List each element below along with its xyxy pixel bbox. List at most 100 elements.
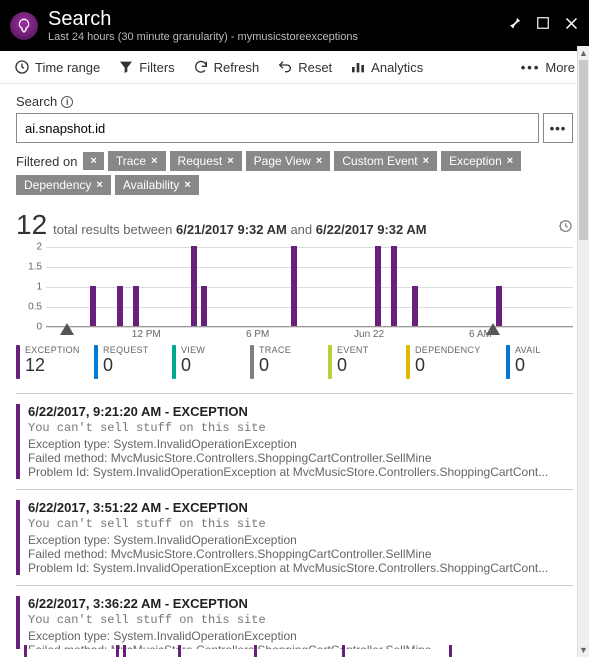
filter-chip[interactable]: Page View× [246,151,331,171]
filter-chip[interactable]: Availability× [115,175,199,195]
chip-remove-icon[interactable]: × [184,179,190,191]
scroll-thumb[interactable] [579,60,588,240]
result-heading: 6/22/2017, 3:51:22 AM - EXCEPTION [28,500,573,515]
legend-color [328,345,332,379]
search-input[interactable] [16,113,539,143]
search-blade-icon [10,12,38,40]
pin-icon[interactable] [507,16,522,36]
maximize-icon[interactable] [536,16,550,35]
legend-color [506,345,510,379]
legend-color [250,345,254,379]
chart-bar[interactable] [375,246,381,326]
search-options-button[interactable]: ••• [543,113,573,143]
close-icon[interactable] [564,16,579,36]
toolbar: Time range Filters Refresh Reset Analyti… [0,51,589,84]
legend-item[interactable]: TRACE0 [250,345,324,379]
result-heading: 6/22/2017, 3:36:22 AM - EXCEPTION [28,596,573,611]
legend-color [406,345,410,379]
y-tick: 1.5 [16,262,42,273]
history-icon[interactable] [557,218,573,237]
y-tick: 0.5 [16,302,42,313]
result-item[interactable]: 6/22/2017, 3:51:22 AM - EXCEPTION You can… [16,490,573,586]
result-message: You can't sell stuff on this site [28,613,573,627]
legend-item[interactable]: VIEW0 [172,345,246,379]
summary-row: 12 total results between 6/21/2017 9:32 … [16,209,573,241]
result-count: 12 [16,209,47,241]
reset-button[interactable]: Reset [277,59,332,75]
info-icon[interactable]: i [61,96,73,108]
refresh-label: Refresh [214,60,260,75]
more-button[interactable]: ••• More [521,60,575,75]
filter-chip[interactable]: Exception× [441,151,521,171]
chart-bar[interactable] [391,246,397,326]
result-accent [16,404,20,479]
x-tick: Jun 22 [354,329,384,340]
time-range-label: Time range [35,60,100,75]
blade-header: Search Last 24 hours (30 minute granular… [0,0,589,51]
analytics-button[interactable]: Analytics [350,59,423,75]
result-accent [16,500,20,575]
filters-button[interactable]: Filters [118,59,174,75]
chart-legend: EXCEPTION12REQUEST0VIEW0TRACE0EVENT0DEPE… [16,345,573,379]
legend-item[interactable]: DEPENDENCY0 [406,345,502,379]
x-tick: 6 AM [469,329,492,340]
ellipsis-icon: ••• [521,60,541,75]
chip-remove-icon[interactable]: × [316,155,322,167]
more-label: More [545,60,575,75]
legend-item[interactable]: REQUEST0 [94,345,168,379]
chart-bar[interactable] [201,286,207,326]
scrollbar[interactable]: ▲ ▼ [577,46,589,657]
y-tick: 2 [16,242,42,253]
result-item[interactable]: 6/22/2017, 9:21:20 AM - EXCEPTION You can… [16,394,573,490]
result-accent [16,596,20,649]
chip-remove-icon[interactable]: × [423,155,429,167]
chart-bar[interactable] [412,286,418,326]
range-from: 6/21/2017 9:32 AM [176,222,287,237]
filter-chips: Filtered on ×Trace×Request×Page View×Cus… [16,151,573,195]
header-titles: Search Last 24 hours (30 minute granular… [48,8,507,43]
filter-chip[interactable]: Request× [170,151,242,171]
refresh-button[interactable]: Refresh [193,59,260,75]
range-start-handle[interactable] [60,323,74,335]
search-label: Search i [16,94,573,109]
chart-bar[interactable] [496,286,502,326]
reset-label: Reset [298,60,332,75]
range-to: 6/22/2017 9:32 AM [316,222,427,237]
legend-item[interactable]: EXCEPTION12 [16,345,90,379]
filtered-on-label: Filtered on [16,154,77,169]
chip-remove-icon[interactable]: × [151,155,157,167]
x-tick: 6 PM [246,329,269,340]
legend-item[interactable]: AVAIL0 [506,345,560,379]
results-list: 6/22/2017, 9:21:20 AM - EXCEPTION You can… [16,393,573,649]
result-item[interactable]: 6/22/2017, 3:36:22 AM - EXCEPTION You can… [16,586,573,649]
chart-bar[interactable] [191,246,197,326]
chart-bar[interactable] [117,286,123,326]
time-range-button[interactable]: Time range [14,59,100,75]
analytics-label: Analytics [371,60,423,75]
filter-chip[interactable]: Custom Event× [334,151,437,171]
result-heading: 6/22/2017, 9:21:20 AM - EXCEPTION [28,404,573,419]
chip-remove-icon[interactable]: × [96,179,102,191]
clear-filters-chip[interactable]: × [83,152,103,170]
scroll-up-icon[interactable]: ▲ [578,46,589,60]
chart-bar[interactable] [90,286,96,326]
scroll-down-icon[interactable]: ▼ [578,643,589,657]
filters-label: Filters [139,60,174,75]
chart-bar[interactable] [291,246,297,326]
chip-remove-icon[interactable]: × [227,155,233,167]
x-tick: 12 PM [132,329,161,340]
legend-item[interactable]: EVENT0 [328,345,402,379]
chip-remove-icon[interactable]: × [507,155,513,167]
legend-color [94,345,98,379]
result-message: You can't sell stuff on this site [28,517,573,531]
chart-bar[interactable] [133,286,139,326]
blade-subtitle: Last 24 hours (30 minute granularity) - … [48,31,507,43]
legend-color [16,345,20,379]
filter-chip[interactable]: Dependency× [16,175,111,195]
timeline-chart[interactable]: 00.511.52 12 PM6 PMJun 226 AM [16,247,573,339]
blade-title: Search [48,8,507,31]
y-tick: 0 [16,322,42,333]
y-tick: 1 [16,282,42,293]
filter-chip[interactable]: Trace× [108,151,166,171]
result-message: You can't sell stuff on this site [28,421,573,435]
